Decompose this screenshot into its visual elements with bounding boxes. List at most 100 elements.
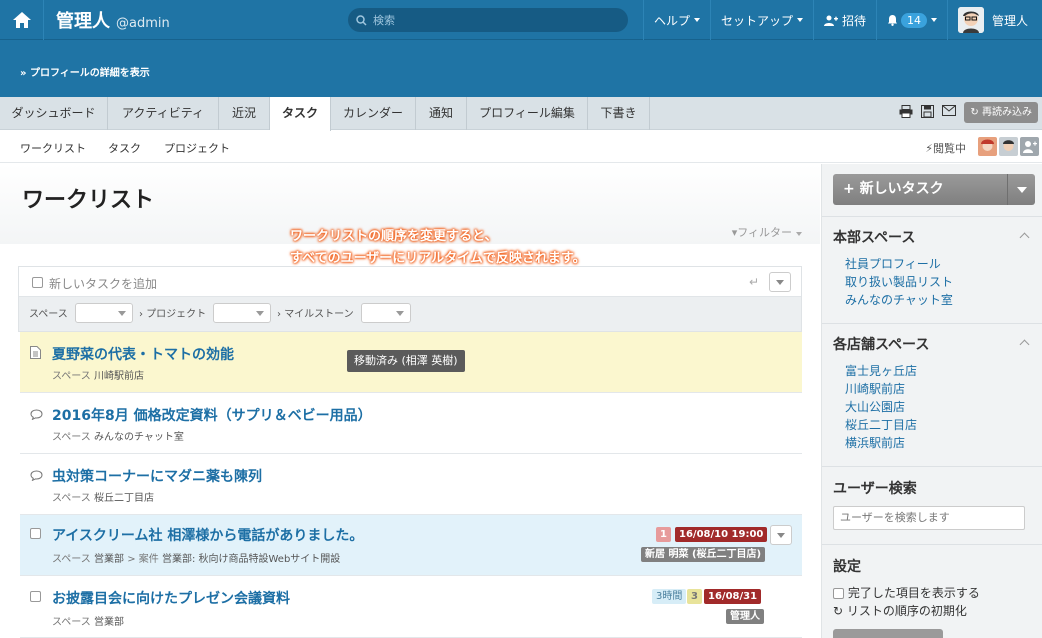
milestone-select[interactable]	[361, 303, 411, 323]
search-input[interactable]: 検索	[348, 8, 628, 32]
task-checkbox[interactable]	[30, 528, 41, 539]
mail-icon[interactable]	[942, 105, 956, 117]
assignee-badge[interactable]: 新居 明菜 (桜丘二丁目店)	[641, 547, 766, 562]
task-checkbox[interactable]	[30, 591, 41, 602]
tab-status[interactable]: 近況	[219, 97, 270, 130]
task-space[interactable]: 桜丘二丁目店	[94, 493, 154, 504]
user-menu[interactable]: 管理人	[946, 0, 1042, 40]
notifications-menu[interactable]: 14	[875, 0, 947, 40]
collapse-icon[interactable]	[1019, 339, 1030, 350]
enter-icon: ↵	[748, 275, 759, 289]
new-task-button[interactable]: + 新しいタスク	[833, 174, 1035, 205]
milestone-label-wrap: › マイルストーン	[277, 309, 354, 320]
task-space[interactable]: 営業部	[94, 554, 124, 565]
help-menu[interactable]: ヘルプ	[642, 0, 710, 40]
brand-handle: @admin	[116, 15, 170, 31]
task-row[interactable]: 2016年8月 価格改定資料（サプリ＆ベビー用品） スペース みんなのチャット室	[20, 393, 802, 454]
reload-button[interactable]: ↻ 再読み込み	[964, 102, 1038, 123]
sidebar-link[interactable]: 川崎駅前店	[845, 380, 905, 397]
sidebar-link[interactable]: 富士見ヶ丘店	[845, 362, 917, 379]
setup-menu[interactable]: セットアップ	[709, 0, 813, 40]
show-completed-checkbox[interactable]	[833, 588, 844, 599]
viewer-avatar[interactable]	[999, 137, 1018, 156]
task-title[interactable]: お披露目会に向けたプレゼン会議資料	[52, 588, 290, 608]
project-label-wrap: › プロジェクト	[139, 309, 207, 320]
brand[interactable]: 管理人 @admin	[56, 7, 170, 33]
callout-line-1: ワークリストの順序を変更すると、	[290, 229, 498, 244]
avatar	[957, 7, 984, 33]
task-title[interactable]: 2016年8月 価格改定資料（サプリ＆ベビー用品）	[52, 405, 372, 425]
tab-drafts[interactable]: 下書き	[588, 97, 650, 130]
task-meta-label: スペース	[52, 432, 91, 443]
new-task-input[interactable]: 新しいタスクを追加	[49, 275, 157, 292]
viewer-avatar[interactable]	[978, 137, 997, 156]
sidebar-link[interactable]: 大山公園店	[845, 398, 905, 415]
comment-icon	[30, 409, 43, 420]
profile-strip: » プロフィールの詳細を表示	[0, 40, 1042, 97]
tab-activity[interactable]: アクティビティ	[108, 97, 219, 130]
refresh-icon: ↻	[833, 604, 844, 618]
sub-tabs: ワークリスト タスク プロジェクト ⚡閲覧中	[0, 131, 1042, 163]
subtab-tasks[interactable]: タスク	[108, 140, 141, 156]
task-meta-label: スペース	[52, 371, 91, 382]
home-button[interactable]	[0, 0, 44, 40]
collapse-icon[interactable]	[1019, 232, 1030, 243]
task-project[interactable]: 営業部: 秋向け商品特設Webサイト開設	[162, 554, 340, 565]
new-task-dropdown-button[interactable]	[1007, 174, 1035, 205]
task-space[interactable]: 営業部	[94, 617, 124, 628]
sidebar-action-button[interactable]	[833, 629, 943, 638]
sidebar-link[interactable]: 横浜駅前店	[845, 434, 905, 451]
reset-order-option[interactable]: ↻ リストの順序の初期化	[833, 602, 967, 619]
task-row[interactable]: アイスクリーム社 相澤様から電話がありました。 スペース 営業部 > 案件 営業…	[20, 515, 802, 576]
task-space[interactable]: 川崎駅前店	[94, 371, 144, 382]
print-icon[interactable]	[899, 105, 913, 118]
task-options-button[interactable]	[770, 525, 792, 545]
user-search-input[interactable]: ユーザーを検索します	[833, 506, 1025, 530]
tab-tasks[interactable]: タスク	[270, 97, 331, 131]
tab-notifications[interactable]: 通知	[416, 97, 467, 130]
divider	[822, 466, 1042, 467]
task-title[interactable]: 夏野菜の代表・トマトの効能	[52, 344, 234, 364]
show-completed-option[interactable]: 完了した項目を表示する	[833, 584, 980, 601]
new-task-label: 新しいタスク	[859, 181, 944, 197]
new-task-checkbox[interactable]	[32, 277, 43, 288]
task-meta: スペース 川崎駅前店	[52, 367, 144, 382]
tab-calendar[interactable]: カレンダー	[331, 97, 416, 130]
help-label: ヘルプ	[653, 13, 690, 28]
save-icon[interactable]	[921, 105, 934, 118]
sidebar-link[interactable]: みんなのチャット室	[845, 291, 953, 308]
viewing-indicator: ⚡閲覧中	[925, 140, 966, 156]
subtab-worklist[interactable]: ワークリスト	[20, 140, 86, 156]
count-badge: 1	[656, 527, 671, 542]
sidebar-link[interactable]: 桜丘二丁目店	[845, 416, 917, 433]
assignee-badge[interactable]: 管理人	[726, 609, 764, 624]
main-content: ワークリスト ▾フィルター ワークリストの順序を変更すると、 すべてのユーザーに…	[0, 164, 820, 638]
task-meta-label: スペース	[52, 617, 91, 628]
page-title: ワークリスト	[22, 188, 155, 213]
add-viewer-icon[interactable]	[1020, 137, 1039, 156]
sidebar-link[interactable]: 取り扱い製品リスト	[845, 273, 953, 290]
space-label: スペース	[29, 309, 68, 320]
divider	[822, 216, 1042, 217]
new-task-options-button[interactable]	[769, 272, 791, 292]
project-label: プロジェクト	[146, 309, 207, 320]
sidebar-link[interactable]: 社員プロフィール	[845, 255, 941, 272]
task-row[interactable]: お披露目会に向けたプレゼン会議資料 スペース 営業部 3時間 3 16/08/3…	[20, 576, 802, 638]
reload-label: 再読み込み	[982, 107, 1032, 118]
invite-button[interactable]: 招待	[812, 0, 876, 40]
filter-button[interactable]: ▾フィルター	[732, 224, 802, 240]
user-name: 管理人	[991, 13, 1028, 28]
profile-details-link[interactable]: » プロフィールの詳細を表示	[20, 64, 150, 79]
show-completed-label: 完了した項目を表示する	[847, 586, 980, 600]
task-row[interactable]: 虫対策コーナーにマダニ薬も陳列 スペース 桜丘二丁目店	[20, 454, 802, 515]
tab-profile-edit[interactable]: プロフィール編集	[467, 97, 588, 130]
tab-dashboard[interactable]: ダッシュボード	[0, 97, 108, 130]
task-title[interactable]: アイスクリーム社 相澤様から電話がありました。	[52, 525, 363, 545]
store-space-heading: 各店舗スペース	[833, 337, 930, 353]
task-title[interactable]: 虫対策コーナーにマダニ薬も陳列	[52, 466, 262, 486]
space-select[interactable]	[75, 303, 133, 323]
project-select[interactable]	[213, 303, 271, 323]
plus-icon: +	[843, 181, 855, 197]
task-space[interactable]: みんなのチャット室	[94, 432, 184, 443]
subtab-projects[interactable]: プロジェクト	[164, 140, 230, 156]
